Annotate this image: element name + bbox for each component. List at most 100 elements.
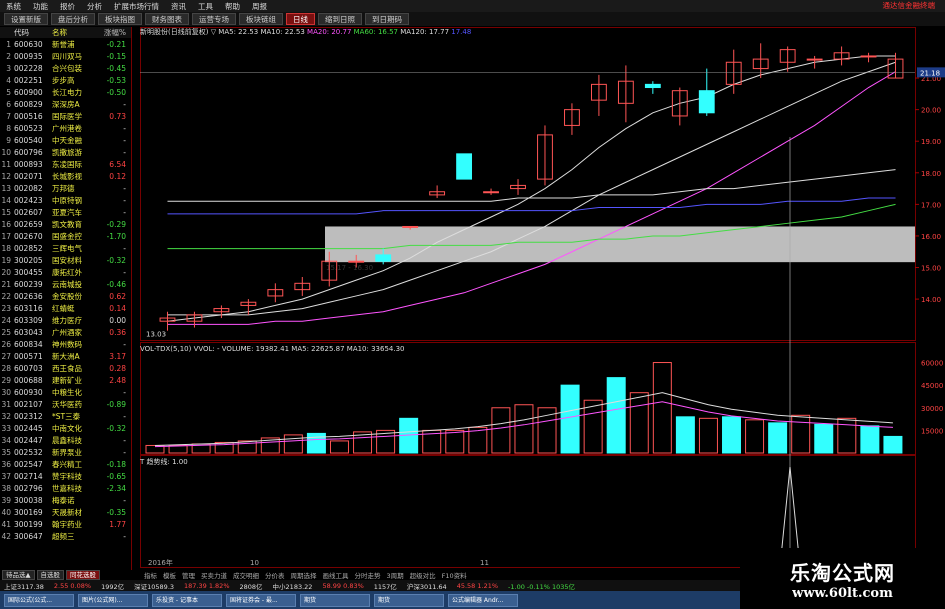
stock-row[interactable]: 41 300199 翰宇药业 1.77	[0, 518, 131, 530]
taskbar-button[interactable]: 图片(公式网)...	[78, 593, 148, 607]
stock-code: 002251	[14, 75, 43, 85]
tab-item[interactable]: 盘后分析	[51, 13, 95, 25]
stock-row[interactable]: 16 002659 凯文教育 -0.29	[0, 218, 131, 230]
stock-row[interactable]: 36 002547 春兴精工 -0.18	[0, 458, 131, 470]
menu-item[interactable]: 扩展市场行情	[114, 1, 159, 12]
tab-item[interactable]: 设置新版	[4, 13, 48, 25]
stock-row[interactable]: 22 002636 金安股份 0.62	[0, 290, 131, 302]
tab-item[interactable]: 缩到日照	[318, 13, 362, 25]
list-tab[interactable]: 自选股	[36, 570, 64, 580]
menu-item[interactable]: 帮助	[225, 1, 240, 12]
stock-row[interactable]: 24 603309 维力医疗 0.00	[0, 314, 131, 326]
stock-row[interactable]: 18 002852 三辉电气 -	[0, 242, 131, 254]
menu-item[interactable]: 周报	[252, 1, 267, 12]
stock-row[interactable]: 37 002714 赞宇科技 -0.65	[0, 470, 131, 482]
stock-row[interactable]: 3 002228 合兴包装 -0.45	[0, 62, 131, 74]
nav-item[interactable]: 买卖力道	[201, 570, 227, 580]
list-tab[interactable]: 待品选▲	[2, 570, 35, 580]
stock-list-header: 代码 名称 涨幅%	[0, 27, 131, 38]
stock-row[interactable]: 39 300038 梅泰诺 -	[0, 494, 131, 506]
stock-row[interactable]: 34 002447 晨鑫科技 -	[0, 434, 131, 446]
menu-item[interactable]: 系统	[6, 1, 21, 12]
taskbar-button[interactable]: 期货	[374, 593, 444, 607]
stock-row[interactable]: 19 300205 国安材料 -0.32	[0, 254, 131, 266]
stock-row[interactable]: 17 002670 国盛金控 -1.70	[0, 230, 131, 242]
stock-row[interactable]: 32 002312 *ST三泰 -	[0, 410, 131, 422]
stock-row[interactable]: 42 300647 超频三 -	[0, 530, 131, 542]
stock-row[interactable]: 38 002796 世嘉科技 -2.34	[0, 482, 131, 494]
price-tick-label: 14.00	[921, 296, 941, 304]
nav-item[interactable]: 超级对比	[410, 570, 436, 580]
column-header[interactable]: 代码	[14, 27, 52, 38]
stock-row[interactable]: 27 000571 新大洲A 3.17	[0, 350, 131, 362]
stock-row[interactable]: 14 002423 中原特钢 -	[0, 194, 131, 206]
stock-row[interactable]: 33 002445 中南文化 -0.32	[0, 422, 131, 434]
menu-item[interactable]: 分析	[87, 1, 102, 12]
taskbar-button[interactable]: 国际公式(公式...	[4, 593, 74, 607]
change-percent: -	[123, 411, 126, 421]
stock-row[interactable]: 25 603043 广州酒家 0.36	[0, 326, 131, 338]
menu-item[interactable]: 工具	[198, 1, 213, 12]
stock-name: 中南文化	[52, 423, 82, 433]
nav-item[interactable]: 分价表	[265, 570, 285, 580]
stock-row[interactable]: 6 600829 深深房A -	[0, 98, 131, 110]
stock-row[interactable]: 29 000688 建新矿业 2.48	[0, 374, 131, 386]
stock-row[interactable]: 11 000893 东凌国际 6.54	[0, 158, 131, 170]
nav-item[interactable]: 画线工具	[323, 570, 349, 580]
stock-row[interactable]: 23 603116 红蜻蜓 0.14	[0, 302, 131, 314]
stock-name: 云南城投	[52, 279, 82, 289]
stock-row[interactable]: 13 002082 万邦德 -	[0, 182, 131, 194]
volume-bar	[860, 425, 880, 454]
stock-code: 002796	[14, 483, 43, 493]
taskbar-button[interactable]: 期货	[300, 593, 370, 607]
stock-row[interactable]: 26 600834 神州数码 -	[0, 338, 131, 350]
list-tab[interactable]: 同花选股	[66, 570, 100, 580]
stock-row[interactable]: 28 600703 西王食品 0.28	[0, 362, 131, 374]
nav-item[interactable]: F10资料	[442, 570, 467, 580]
kline-chart[interactable]: 15.17 - 16.3021.0020.0019.0018.0017.0016…	[140, 27, 945, 570]
stock-row[interactable]: 35 002532 新界泵业 -	[0, 446, 131, 458]
nav-item[interactable]: 周期选择	[291, 570, 317, 580]
taskbar-button[interactable]: 公式编辑器 Andr...	[448, 593, 518, 607]
stock-row[interactable]: 10 600796 凯撒旅游 -	[0, 146, 131, 158]
stock-row[interactable]: 5 600900 长江电力 -0.50	[0, 86, 131, 98]
nav-item[interactable]: 模板	[163, 570, 176, 580]
nav-item[interactable]: 指标	[144, 570, 157, 580]
taskbar-button[interactable]: 国将证券会 - 最...	[226, 593, 296, 607]
nav-item[interactable]: 成交明细	[233, 570, 259, 580]
stock-row[interactable]: 20 300455 康拓红外 -	[0, 266, 131, 278]
tab-item[interactable]: 板块链组	[239, 13, 283, 25]
stock-row[interactable]: 4 002251 步步高 -0.53	[0, 74, 131, 86]
stock-row[interactable]: 8 600523 广州港卷 -	[0, 122, 131, 134]
column-header[interactable]: 涨幅%	[96, 27, 126, 38]
tab-item[interactable]: 板块指图	[98, 13, 142, 25]
stock-row[interactable]: 1 600630 新誉浦 -0.21	[0, 38, 131, 50]
stock-row[interactable]: 9 600540 中天金融 -	[0, 134, 131, 146]
stock-row[interactable]: 40 300169 天晟新材 -0.35	[0, 506, 131, 518]
menu-item[interactable]: 资讯	[171, 1, 186, 12]
tab-item[interactable]: 运营专场	[192, 13, 236, 25]
menu-item[interactable]: 报价	[60, 1, 75, 12]
menu-item[interactable]: 功能	[33, 1, 48, 12]
taskbar-button[interactable]: 乐投资 - 记事本	[152, 593, 222, 607]
nav-item[interactable]: 管理	[182, 570, 195, 580]
row-number: 3	[6, 63, 11, 73]
stock-row[interactable]: 12 002071 长城影视 0.12	[0, 170, 131, 182]
stock-row[interactable]: 31 002107 沃华医药 -0.89	[0, 398, 131, 410]
tab-item[interactable]: 日线	[286, 13, 315, 25]
stock-row[interactable]: 2 000935 四川双马 -0.15	[0, 50, 131, 62]
stock-row[interactable]: 15 002607 亚夏汽车 -	[0, 206, 131, 218]
change-percent: -0.46	[106, 279, 126, 289]
change-percent: -	[123, 195, 126, 205]
chart-area[interactable]: 15.17 - 16.30 21.00 20.00 19.00 18.00 17.00 16…	[140, 27, 945, 570]
tab-item[interactable]: 到日期码	[365, 13, 409, 25]
stock-row[interactable]: 30 600930 中粮生化 -	[0, 386, 131, 398]
nav-item[interactable]: 分时走势	[355, 570, 381, 580]
stock-row[interactable]: 7 000516 国际医学 0.73	[0, 110, 131, 122]
column-header[interactable]: 名称	[52, 27, 96, 38]
nav-item[interactable]: 3周期	[387, 570, 404, 580]
tab-item[interactable]: 财务图表	[145, 13, 189, 25]
stock-row[interactable]: 21 600239 云南城投 -0.46	[0, 278, 131, 290]
volume-bar	[791, 414, 811, 454]
stock-name: 晨鑫科技	[52, 435, 82, 445]
